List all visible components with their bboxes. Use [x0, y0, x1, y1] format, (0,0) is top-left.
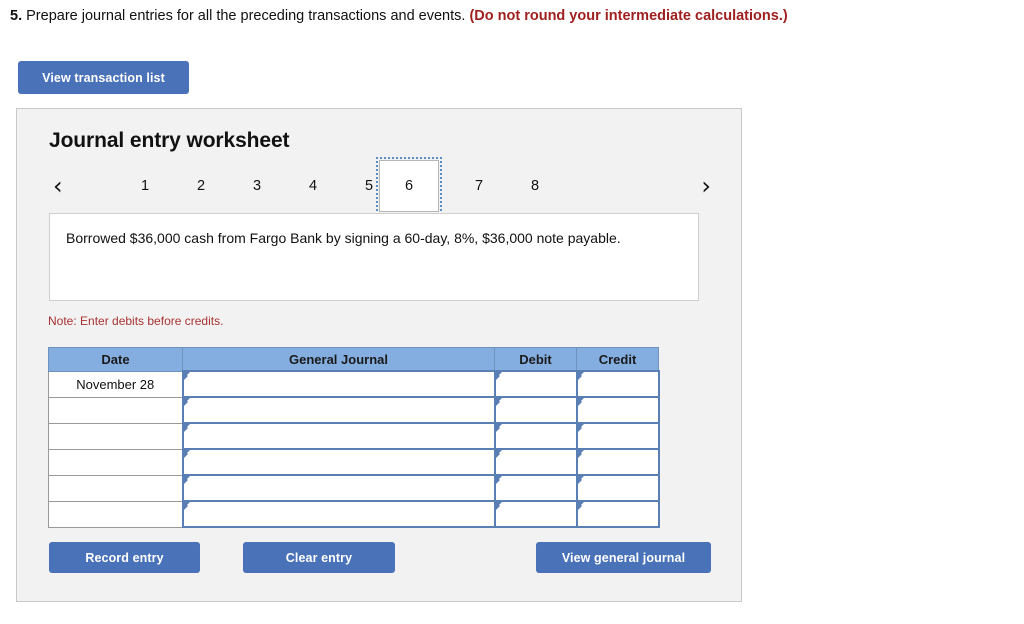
debit-input[interactable] [493, 448, 578, 476]
column-header-general-journal: General Journal [182, 347, 495, 372]
cell-marker-icon [183, 502, 190, 510]
credit-input[interactable] [575, 370, 660, 398]
question-number: 5. [10, 8, 23, 24]
table-row [48, 396, 660, 424]
credit-input[interactable] [575, 474, 660, 502]
general-journal-input[interactable] [181, 448, 496, 476]
date-cell[interactable] [48, 396, 183, 424]
general-journal-input[interactable] [181, 474, 496, 502]
cell-marker-icon [495, 450, 502, 458]
debit-input[interactable] [493, 370, 578, 398]
cell-marker-icon [577, 398, 584, 406]
view-general-journal-button[interactable]: View general journal [536, 542, 711, 573]
debits-before-credits-note: Note: Enter debits before credits. [48, 314, 224, 328]
credit-input[interactable] [575, 422, 660, 450]
cell-marker-icon [183, 450, 190, 458]
general-journal-input[interactable] [181, 422, 496, 450]
question-text: Prepare journal entries for all the prec… [26, 8, 466, 24]
journal-entry-worksheet-panel: Journal entry worksheet ‹ 1 2 3 4 5 6 7 … [16, 108, 742, 602]
general-journal-input[interactable] [181, 370, 496, 398]
cell-marker-icon [577, 450, 584, 458]
page-title: Journal entry worksheet [49, 129, 290, 152]
date-cell[interactable] [48, 448, 183, 476]
question-warning: (Do not round your intermediate calculat… [469, 8, 788, 24]
table-row: November 28 [48, 370, 660, 398]
credit-input[interactable] [575, 448, 660, 476]
tab-8[interactable]: 8 [507, 173, 563, 199]
table-header-row: Date General Journal Debit Credit [48, 347, 659, 372]
question-prompt: 5. Prepare journal entries for all the p… [10, 6, 788, 26]
cell-marker-icon [495, 372, 502, 380]
clear-entry-button[interactable]: Clear entry [243, 542, 395, 573]
credit-input[interactable] [575, 396, 660, 424]
credit-input[interactable] [575, 500, 660, 528]
cell-marker-icon [495, 502, 502, 510]
date-cell[interactable] [48, 422, 183, 450]
column-header-date: Date [48, 347, 183, 372]
table-row [48, 448, 660, 476]
date-cell[interactable] [48, 474, 183, 502]
tab-6[interactable]: 6 [376, 157, 442, 215]
column-header-credit: Credit [576, 347, 659, 372]
cell-marker-icon [183, 424, 190, 432]
general-journal-input[interactable] [181, 396, 496, 424]
cell-marker-icon [495, 424, 502, 432]
view-transaction-list-button[interactable]: View transaction list [18, 61, 189, 94]
table-row [48, 474, 660, 502]
cell-marker-icon [495, 398, 502, 406]
cell-marker-icon [495, 476, 502, 484]
chevron-left-icon[interactable]: ‹ [53, 174, 63, 198]
date-cell[interactable]: November 28 [48, 370, 183, 398]
tab-3[interactable]: 3 [229, 173, 285, 199]
cell-marker-icon [577, 424, 584, 432]
debit-input[interactable] [493, 396, 578, 424]
journal-entry-table: Date General Journal Debit Credit Novemb… [48, 347, 660, 528]
date-cell[interactable] [48, 500, 183, 528]
tab-4[interactable]: 4 [285, 173, 341, 199]
general-journal-input[interactable] [181, 500, 496, 528]
record-entry-button[interactable]: Record entry [49, 542, 200, 573]
cell-marker-icon [183, 372, 190, 380]
worksheet-tab-strip: ‹ 1 2 3 4 5 6 7 8 › [45, 157, 715, 215]
cell-marker-icon [183, 398, 190, 406]
tab-1[interactable]: 1 [117, 173, 173, 199]
cell-marker-icon [577, 476, 584, 484]
transaction-description: Borrowed $36,000 cash from Fargo Bank by… [49, 213, 699, 301]
column-header-debit: Debit [494, 347, 577, 372]
tab-2[interactable]: 2 [173, 173, 229, 199]
tab-7[interactable]: 7 [451, 173, 507, 199]
chevron-right-icon[interactable]: › [701, 174, 711, 198]
cell-marker-icon [577, 372, 584, 380]
debit-input[interactable] [493, 474, 578, 502]
table-row [48, 422, 660, 450]
debit-input[interactable] [493, 500, 578, 528]
cell-marker-icon [183, 476, 190, 484]
debit-input[interactable] [493, 422, 578, 450]
cell-marker-icon [577, 502, 584, 510]
table-row [48, 500, 660, 528]
